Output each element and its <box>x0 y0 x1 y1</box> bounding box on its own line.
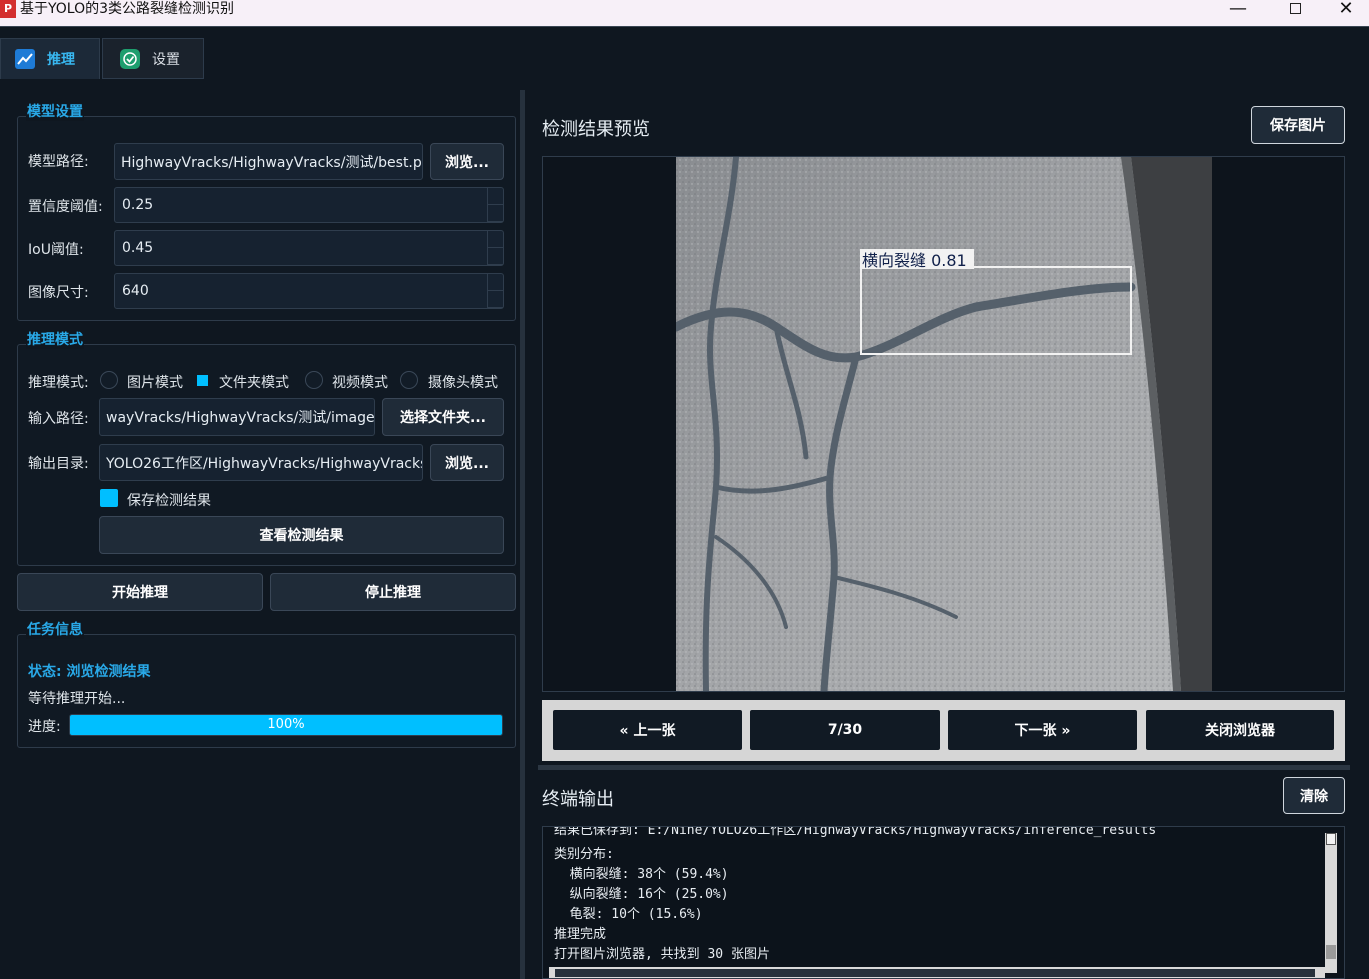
folder-mode-label: 文件夹模式 <box>219 375 289 391</box>
model-browse-button[interactable]: 浏览... <box>430 143 504 180</box>
terminal-line: 打开图片浏览器, 共找到 30 张图片 <box>554 947 770 962</box>
horizontal-splitter[interactable] <box>538 765 1350 770</box>
save-results-checkbox[interactable] <box>100 489 118 507</box>
check-icon <box>120 48 140 69</box>
close-button[interactable]: ✕ <box>1323 0 1369 26</box>
image-size-stepper[interactable] <box>487 274 503 308</box>
view-results-button[interactable]: 查看检测结果 <box>99 516 504 554</box>
confidence-value: 0.25 <box>122 197 154 213</box>
terminal-title: 终端输出 <box>542 789 614 810</box>
preview-title: 检测结果预览 <box>542 119 650 140</box>
tab-inference-label: 推理 <box>47 52 75 68</box>
confidence-stepper[interactable] <box>487 188 503 222</box>
iou-value: 0.45 <box>122 240 154 256</box>
camera-mode-radio[interactable] <box>400 371 418 389</box>
stop-inference-button[interactable]: 停止推理 <box>270 573 516 611</box>
model-path-label: 模型路径: <box>28 154 89 170</box>
image-mode-radio[interactable] <box>100 371 118 389</box>
chart-icon <box>15 49 35 69</box>
task-info-title: 任务信息 <box>26 619 84 639</box>
image-nav-bar: « 上一张 7/30 下一张 » 关闭浏览器 <box>542 700 1345 761</box>
output-dir-field[interactable]: YOLO26工作区/HighwayVracks/HighwayVracks <box>99 444 423 481</box>
next-image-button[interactable]: 下一张 » <box>948 710 1137 750</box>
detection-label: 横向裂缝 0.81 <box>862 251 967 270</box>
terminal-line: 推理完成 <box>554 927 607 942</box>
image-mode-label: 图片模式 <box>127 375 183 391</box>
video-mode-radio[interactable] <box>305 371 323 389</box>
tab-settings-label: 设置 <box>152 51 180 68</box>
image-counter: 7/30 <box>750 710 940 750</box>
progress-text: 100% <box>267 717 305 732</box>
infer-mode-title: 推理模式 <box>26 329 84 349</box>
close-browser-button[interactable]: 关闭浏览器 <box>1146 710 1334 750</box>
save-results-label: 保存检测结果 <box>127 493 211 509</box>
iou-label: IoU阈值: <box>28 242 84 258</box>
terminal-line: 龟裂: 10个 (15.6%) <box>554 907 703 922</box>
terminal-line: 类别分布: <box>554 847 614 862</box>
image-size-label: 图像尺寸: <box>28 285 89 301</box>
mode-label: 推理模式: <box>28 375 89 391</box>
window-title: 基于YOLO的3类公路裂缝检测识别 <box>20 1 235 17</box>
maximize-icon <box>1289 3 1301 14</box>
iou-stepper[interactable] <box>487 231 503 265</box>
start-inference-button[interactable]: 开始推理 <box>17 573 263 611</box>
prev-image-button[interactable]: « 上一张 <box>553 710 742 750</box>
output-browse-button[interactable]: 浏览... <box>430 444 504 481</box>
status-text: 状态: 浏览检测结果 <box>28 664 151 680</box>
camera-mode-label: 摄像头模式 <box>428 375 498 391</box>
model-settings-title: 模型设置 <box>26 101 84 121</box>
task-message: 等待推理开始... <box>28 691 126 707</box>
terminal-vscrollbar[interactable] <box>1325 833 1337 973</box>
tab-settings[interactable]: 设置 <box>102 38 204 79</box>
scroll-up-arrow[interactable] <box>1326 833 1336 845</box>
progress-label: 进度: <box>28 719 61 735</box>
image-size-value: 640 <box>122 283 149 299</box>
terminal-line: 横向裂缝: 38个 (59.4%) <box>554 867 729 882</box>
terminal-line: 结果已保存到: E:/Nine/YOLO26工作区/HighwayVracks/… <box>554 826 1157 838</box>
confidence-label: 置信度阈值: <box>28 199 103 215</box>
road-image: 横向裂缝 0.81 <box>676 157 1212 691</box>
tab-inference[interactable]: 推理 <box>0 38 100 79</box>
input-path-label: 输入路径: <box>28 411 89 427</box>
app-icon: P <box>0 0 16 18</box>
select-folder-button[interactable]: 选择文件夹... <box>382 398 504 436</box>
image-size-spinbox[interactable]: 640 <box>114 273 504 309</box>
iou-spinbox[interactable]: 0.45 <box>114 230 504 266</box>
folder-mode-radio[interactable] <box>197 375 208 386</box>
splitter-handle[interactable] <box>520 90 525 979</box>
scroll-thumb[interactable] <box>1326 945 1336 959</box>
minimize-button[interactable]: — <box>1215 0 1261 26</box>
video-mode-label: 视频模式 <box>332 375 388 391</box>
terminal-hscrollbar[interactable] <box>549 967 1325 978</box>
maximize-button[interactable] <box>1272 0 1318 26</box>
save-image-button[interactable]: 保存图片 <box>1251 106 1345 144</box>
hscroll-thumb[interactable] <box>555 969 1315 977</box>
input-path-field[interactable]: wayVracks/HighwayVracks/测试/image <box>99 398 375 436</box>
clear-button[interactable]: 清除 <box>1283 777 1345 814</box>
confidence-spinbox[interactable]: 0.25 <box>114 187 504 223</box>
output-dir-label: 输出目录: <box>28 456 89 472</box>
model-path-input[interactable]: HighwayVracks/HighwayVracks/测试/best.pt <box>114 143 423 180</box>
preview-frame: 横向裂缝 0.81 <box>542 156 1345 692</box>
tab-bar <box>0 26 1369 79</box>
terminal-output[interactable]: 结果已保存到: E:/Nine/YOLO26工作区/HighwayVracks/… <box>542 826 1345 979</box>
terminal-line: 纵向裂缝: 16个 (25.0%) <box>554 887 729 902</box>
progress-bar: 100% <box>69 714 503 736</box>
